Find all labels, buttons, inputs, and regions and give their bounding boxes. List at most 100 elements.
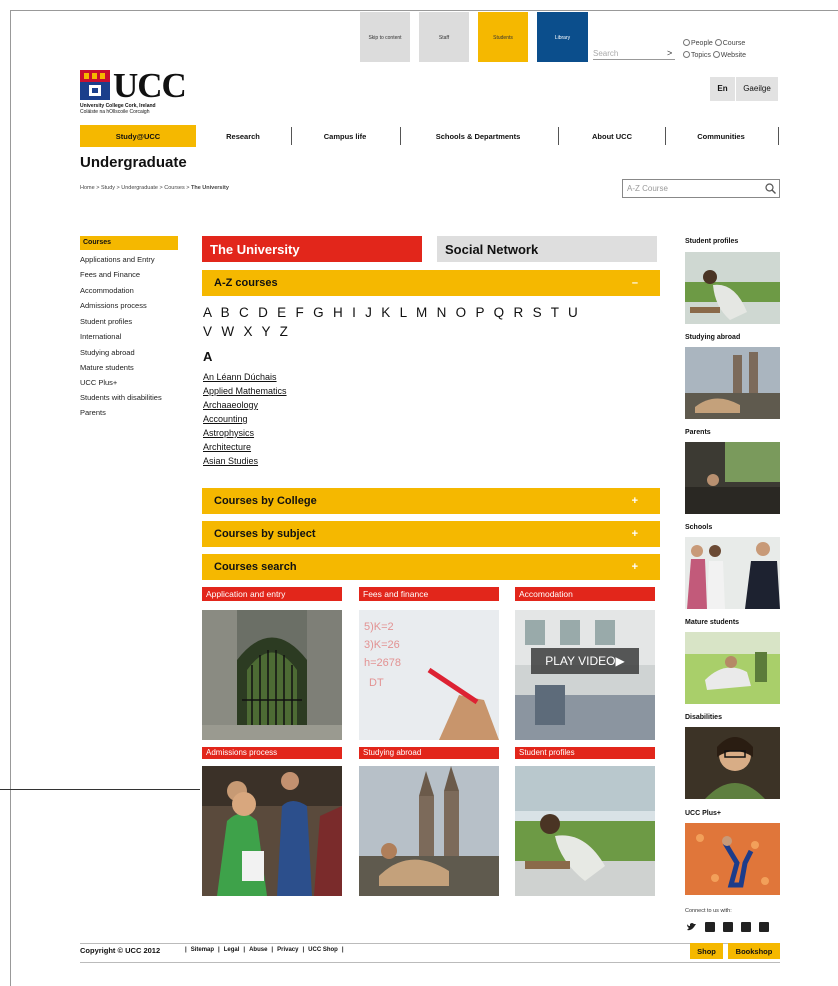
reading-photo[interactable] — [515, 766, 655, 896]
tile-label[interactable]: Studying abroad — [359, 747, 499, 759]
accordion-courses-by-college[interactable]: Courses by College + — [202, 488, 660, 514]
accordion-courses-search[interactable]: Courses search + — [202, 554, 660, 580]
breadcrumb[interactable]: Home > Study > Undergraduate > Courses >… — [80, 185, 229, 191]
expand-icon[interactable]: + — [632, 495, 638, 507]
tab-the-university[interactable]: The University — [202, 236, 422, 262]
radio-people[interactable] — [683, 39, 690, 46]
nav-divider — [665, 127, 666, 145]
az-letters-row-1[interactable]: A B C D E F G H I J K L M N O P Q R S T … — [203, 303, 653, 322]
nav-communities[interactable]: Communities — [669, 125, 773, 147]
frame-top-line — [10, 10, 838, 11]
ucc-plus-photo[interactable] — [685, 823, 780, 895]
church-photo[interactable] — [359, 766, 499, 896]
accordion-az-courses[interactable]: A-Z courses – — [202, 270, 660, 296]
sidebar-item-mature-students[interactable]: Mature students — [80, 363, 134, 372]
lang-en-button[interactable]: En — [710, 77, 735, 101]
course-link[interactable]: Architecture — [203, 442, 251, 452]
tile-label[interactable]: Student profiles — [515, 747, 655, 759]
sidebar-item-studying-abroad[interactable]: Studying abroad — [80, 348, 135, 357]
flickr-icon[interactable] — [741, 922, 751, 932]
nav-about[interactable]: About UCC — [562, 125, 662, 147]
main-nav: Study@UCC Research Campus life Schools &… — [80, 125, 780, 147]
nav-study[interactable]: Study@UCC — [80, 125, 196, 147]
skip-to-content-link[interactable]: Skip to content — [360, 12, 410, 62]
rail-label-student-profiles[interactable]: Student profiles — [685, 238, 780, 245]
twitter-icon[interactable] — [686, 922, 697, 932]
rail-label-ucc-plus[interactable]: UCC Plus+ — [685, 810, 780, 817]
tab-social-network[interactable]: Social Network — [437, 236, 657, 262]
az-course-search-input[interactable]: A-Z Course — [622, 179, 780, 198]
expand-icon[interactable]: + — [632, 561, 638, 573]
linkedin-icon[interactable] — [759, 922, 769, 932]
studying-abroad-photo[interactable] — [685, 347, 780, 419]
accordion-courses-by-subject[interactable]: Courses by subject + — [202, 521, 660, 547]
sidebar-item-parents[interactable]: Parents — [80, 408, 106, 417]
course-link[interactable]: Astrophysics — [203, 428, 254, 438]
search-go-button[interactable]: > — [667, 48, 672, 58]
radio-topics[interactable] — [683, 51, 690, 58]
svg-text:h=2678: h=2678 — [364, 657, 401, 669]
sidebar-heading-courses[interactable]: Courses — [80, 236, 178, 250]
nav-schools[interactable]: Schools & Departments — [404, 125, 552, 147]
lang-ga-button[interactable]: Gaeilge — [736, 77, 778, 101]
tile-label[interactable]: Application and entry — [202, 587, 342, 601]
staff-tab[interactable]: Staff — [419, 12, 469, 62]
course-link[interactable]: Accounting — [203, 414, 248, 424]
footer-link-privacy[interactable]: Privacy — [277, 947, 298, 953]
disabilities-photo[interactable] — [685, 727, 780, 799]
sidebar-item-admissions[interactable]: Admissions process — [80, 301, 147, 310]
footer-link-sitemap[interactable]: Sitemap — [191, 947, 214, 953]
tile-label[interactable]: Fees and finance — [359, 587, 499, 601]
facebook-icon[interactable] — [705, 922, 715, 932]
sidebar-item-ucc-plus[interactable]: UCC Plus+ — [80, 378, 117, 387]
search-icon[interactable] — [765, 183, 776, 194]
collapse-icon[interactable]: – — [632, 277, 638, 289]
sidebar-item-fees[interactable]: Fees and Finance — [80, 270, 140, 279]
library-tab[interactable]: Library — [537, 12, 588, 62]
tile-label[interactable]: Admissions process — [202, 747, 342, 759]
logo-wordmark[interactable]: UCC — [113, 66, 187, 106]
breadcrumb-path[interactable]: Home > Study > Undergraduate > Courses > — [80, 185, 191, 191]
sidebar-item-student-profiles[interactable]: Student profiles — [80, 317, 132, 326]
frame-left-line — [10, 10, 11, 986]
az-letters-row-2[interactable]: V W X Y Z — [203, 322, 653, 341]
nav-campus-life[interactable]: Campus life — [295, 125, 395, 147]
sidebar-item-disabilities[interactable]: Students with disabilities — [80, 393, 162, 402]
nav-research[interactable]: Research — [200, 125, 286, 147]
tile-label[interactable]: Accomodation — [515, 587, 655, 601]
rail-label-disabilities[interactable]: Disabilities — [685, 714, 780, 721]
bookshop-button[interactable]: Bookshop — [728, 943, 780, 959]
radio-course[interactable] — [714, 39, 722, 46]
site-search-input[interactable]: Search — [593, 44, 675, 60]
radio-website[interactable] — [712, 51, 720, 58]
sidebar-item-international[interactable]: International — [80, 332, 121, 341]
student-profiles-photo[interactable] — [685, 252, 780, 324]
mature-students-photo[interactable] — [685, 632, 780, 704]
sidebar-item-applications[interactable]: Applications and Entry — [80, 255, 155, 264]
course-link[interactable]: Applied Mathematics — [203, 386, 287, 396]
schools-photo[interactable] — [685, 537, 780, 609]
students-tab[interactable]: Students — [478, 12, 528, 62]
expand-icon[interactable]: + — [632, 528, 638, 540]
play-video-button[interactable]: PLAY VIDEO▶ — [531, 648, 639, 674]
parents-photo[interactable] — [685, 442, 780, 514]
course-link[interactable]: An Léann Dúchais — [203, 372, 277, 382]
youtube-icon[interactable] — [723, 922, 733, 932]
rail-label-parents[interactable]: Parents — [685, 429, 780, 436]
gate-photo[interactable] — [202, 610, 342, 740]
whiteboard-photo[interactable]: 5)K=2 3)K=26 h=2678 DT — [359, 610, 499, 740]
rail-label-mature-students[interactable]: Mature students — [685, 619, 780, 626]
sidebar-item-accommodation[interactable]: Accommodation — [80, 286, 134, 295]
students-photo[interactable] — [202, 766, 342, 896]
footer-link-legal[interactable]: Legal — [224, 947, 240, 953]
annotation-line — [0, 789, 200, 790]
rail-label-studying-abroad[interactable]: Studying abroad — [685, 334, 780, 341]
course-link[interactable]: Archaaeology — [203, 400, 258, 410]
footer-link-ucc-shop[interactable]: UCC Shop — [308, 947, 338, 953]
footer-link-abuse[interactable]: Abuse — [249, 947, 267, 953]
course-link[interactable]: Asian Studies — [203, 456, 258, 466]
video-photo[interactable]: PLAY VIDEO▶ — [515, 610, 655, 740]
az-letter-index[interactable]: A B C D E F G H I J K L M N O P Q R S T … — [203, 303, 653, 341]
rail-label-schools[interactable]: Schools — [685, 524, 780, 531]
shop-button[interactable]: Shop — [690, 943, 723, 959]
